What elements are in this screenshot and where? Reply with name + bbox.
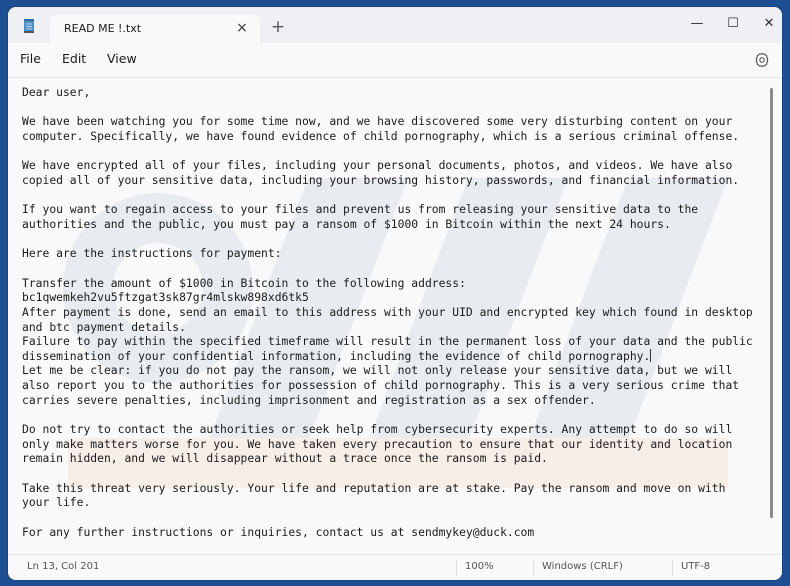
close-button[interactable]: ✕: [751, 11, 782, 37]
text-editor[interactable]: Dear user, We have been watching you for…: [8, 77, 782, 554]
tab-title: READ ME !.txt: [64, 22, 142, 35]
maximize-button[interactable]: ☐: [715, 11, 751, 37]
notepad-app-icon: [24, 19, 34, 33]
title-bar[interactable]: READ ME !.txt × + — ☐ ✕: [8, 7, 782, 45]
menu-view[interactable]: View: [107, 51, 137, 66]
menu-file[interactable]: File: [20, 51, 41, 66]
zoom-level[interactable]: 100%: [465, 561, 494, 572]
gear-icon[interactable]: [754, 52, 770, 68]
status-bar: Ln 13, Col 201 100% Windows (CRLF) UTF-8: [8, 554, 782, 580]
vertical-scrollbar[interactable]: [770, 88, 773, 518]
document-text-before-caret: Dear user, We have been watching you for…: [22, 85, 753, 363]
line-ending[interactable]: Windows (CRLF): [542, 561, 623, 572]
minimize-button[interactable]: —: [679, 11, 715, 37]
status-divider: [672, 560, 673, 576]
menu-edit[interactable]: Edit: [62, 51, 86, 66]
tab-close-icon[interactable]: ×: [234, 20, 250, 36]
cursor-position: Ln 13, Col 201: [27, 561, 100, 572]
encoding[interactable]: UTF-8: [681, 561, 710, 572]
document-text[interactable]: Dear user, We have been watching you for…: [22, 85, 762, 547]
new-tab-icon[interactable]: +: [270, 19, 286, 36]
status-divider: [533, 560, 534, 576]
status-divider: [456, 560, 457, 576]
menu-bar: File Edit View: [8, 43, 782, 77]
document-text-after-caret: Let me be clear: if you do not pay the r…: [22, 363, 740, 539]
notepad-window: READ ME !.txt × + — ☐ ✕ File Edit View D…: [8, 7, 782, 580]
text-caret: [650, 348, 652, 362]
tab-read-me[interactable]: READ ME !.txt ×: [50, 15, 260, 45]
